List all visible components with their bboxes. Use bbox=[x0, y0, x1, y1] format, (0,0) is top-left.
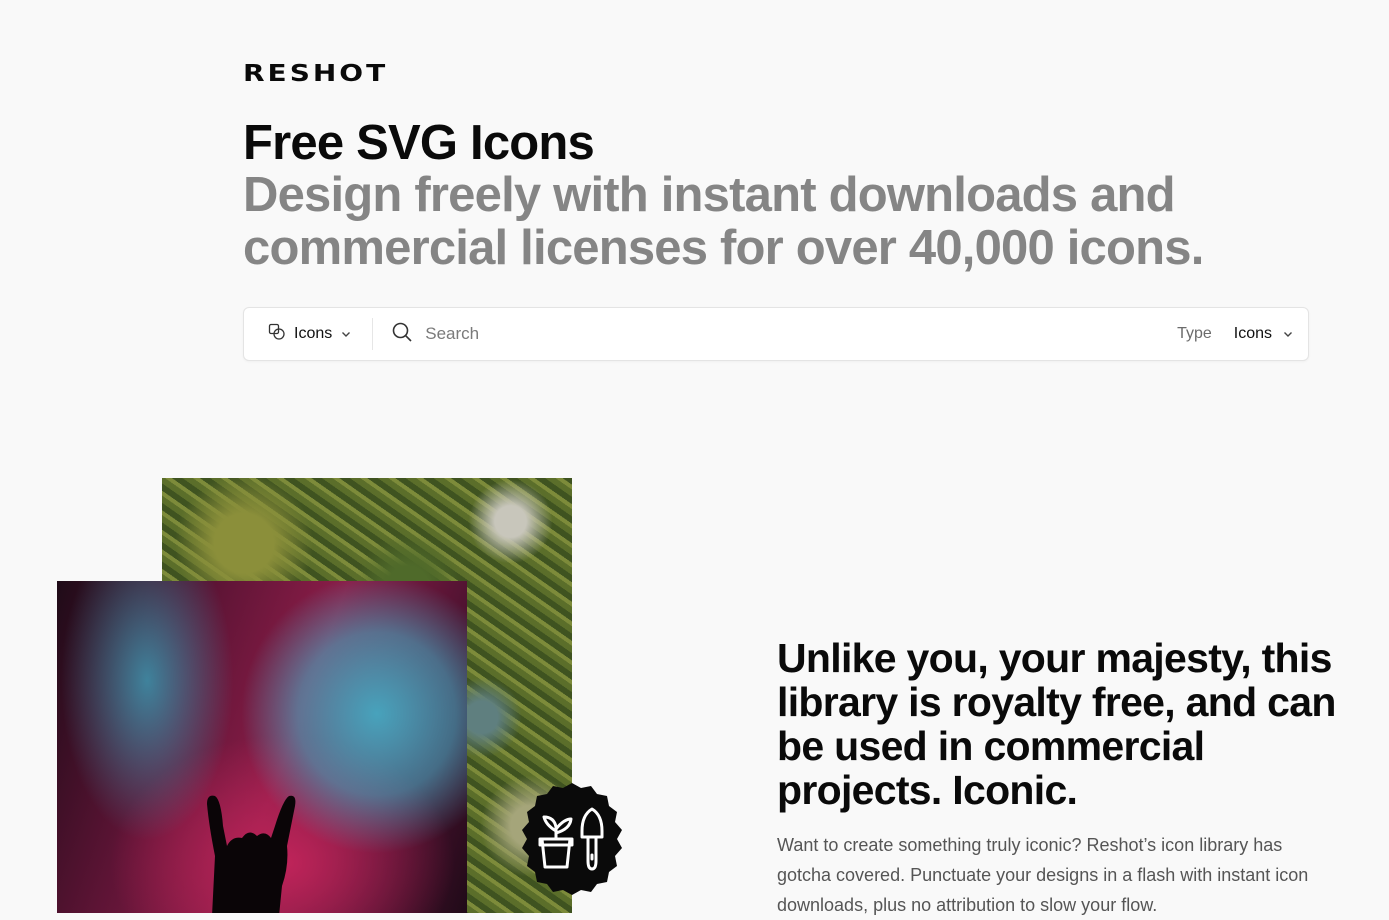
search-input[interactable] bbox=[425, 324, 1026, 344]
chevron-down-icon bbox=[1284, 332, 1292, 337]
search-icon bbox=[391, 321, 413, 348]
chevron-down-icon bbox=[342, 332, 351, 337]
asset-type-label: Icons bbox=[294, 325, 333, 342]
search-field bbox=[373, 321, 1177, 348]
feature-heading: Unlike you, your majesty, this library i… bbox=[777, 635, 1336, 813]
search-bar: Icons Type Icons bbox=[243, 307, 1309, 361]
feature-description: Want to create something truly iconic? R… bbox=[777, 835, 1309, 915]
plant-pot-trowel-icon bbox=[522, 783, 622, 895]
page-title: Free SVG Icons bbox=[243, 116, 595, 170]
page-subtitle: Design freely with instant downloads and… bbox=[243, 168, 1204, 275]
concert-rock-hand-photo bbox=[57, 581, 467, 913]
type-filter-label: Type bbox=[1177, 325, 1212, 342]
reshot-logo[interactable]: RESHOT bbox=[243, 62, 388, 85]
asset-type-dropdown[interactable]: Icons bbox=[244, 318, 374, 350]
type-filter-dropdown[interactable]: Icons bbox=[1234, 325, 1294, 343]
shapes-icon bbox=[268, 323, 286, 346]
type-filter-value: Icons bbox=[1233, 325, 1272, 342]
rock-hand-silhouette bbox=[207, 795, 296, 913]
